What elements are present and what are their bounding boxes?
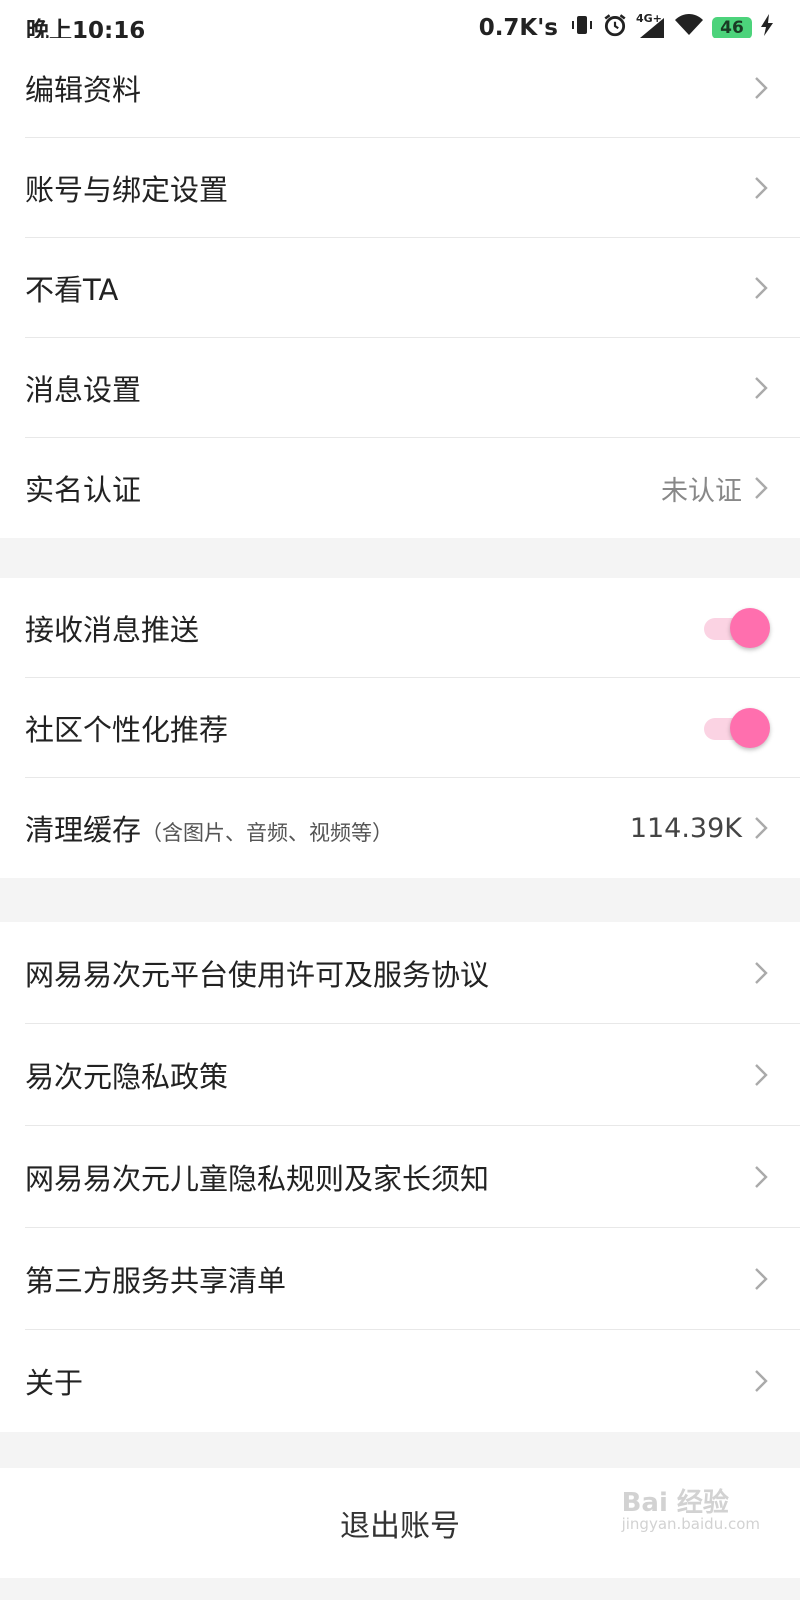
verification-status: 未认证 xyxy=(661,475,742,507)
network-type: 4G+ xyxy=(636,12,662,25)
chevron-right-icon xyxy=(755,377,768,399)
toggle-knob xyxy=(730,708,770,748)
watermark-url: jingyan.baidu.com xyxy=(621,1515,760,1534)
battery-icon: 46 xyxy=(712,17,752,39)
chevron-right-icon xyxy=(755,1268,768,1290)
cache-label: 清理缓存 xyxy=(25,813,142,847)
row-edit-profile[interactable]: 编辑资料 xyxy=(0,38,800,138)
row-label: 社区个性化推荐 xyxy=(25,713,229,747)
row-personalized-recommend: 社区个性化推荐 xyxy=(0,678,800,778)
row-real-name-verification[interactable]: 实名认证 未认证 xyxy=(0,438,800,538)
row-third-party-list[interactable]: 第三方服务共享清单 xyxy=(0,1228,800,1330)
chevron-right-icon xyxy=(755,77,768,99)
row-label: 关于 xyxy=(25,1366,84,1400)
personalized-toggle[interactable] xyxy=(704,708,770,748)
chevron-right-icon xyxy=(755,1370,768,1392)
row-message-settings[interactable]: 消息设置 xyxy=(0,338,800,438)
chevron-right-icon xyxy=(755,817,768,839)
row-push-notifications: 接收消息推送 xyxy=(0,578,800,678)
row-children-privacy[interactable]: 网易易次元儿童隐私规则及家长须知 xyxy=(0,1126,800,1228)
row-privacy-policy[interactable]: 易次元隐私政策 xyxy=(0,1024,800,1126)
row-clear-cache[interactable]: 清理缓存（含图片、音频、视频等） 114.39K xyxy=(0,778,800,878)
cache-note: （含图片、音频、视频等） xyxy=(141,821,394,845)
row-label: 接收消息推送 xyxy=(25,613,200,647)
chevron-right-icon xyxy=(755,1166,768,1188)
signal-icon: 4G+ xyxy=(636,12,666,40)
preferences-group: 接收消息推送 社区个性化推荐 清理缓存（含图片、音频、视频等） 114.39K xyxy=(0,578,800,878)
row-label: 消息设置 xyxy=(25,373,142,407)
row-label: 账号与绑定设置 xyxy=(25,173,229,207)
chevron-right-icon xyxy=(755,477,768,499)
cache-size: 114.39K xyxy=(629,812,742,844)
row-label: 易次元隐私政策 xyxy=(25,1060,229,1094)
watermark-text: Bai 经验 xyxy=(621,1488,729,1518)
legal-group: 网易易次元平台使用许可及服务协议 易次元隐私政策 网易易次元儿童隐私规则及家长须… xyxy=(0,922,800,1432)
row-label: 不看TA xyxy=(25,273,119,307)
toggle-knob xyxy=(730,608,770,648)
row-label: 实名认证 xyxy=(25,473,142,507)
row-service-agreement[interactable]: 网易易次元平台使用许可及服务协议 xyxy=(0,922,800,1024)
baidu-watermark: Bai 经验 jingyan.baidu.com xyxy=(621,1488,760,1534)
chevron-right-icon xyxy=(755,962,768,984)
row-label: 编辑资料 xyxy=(25,73,142,107)
chevron-right-icon xyxy=(755,277,768,299)
account-settings-group: 编辑资料 账号与绑定设置 不看TA 消息设置 实名认证 未认证 xyxy=(0,38,800,538)
row-label: 网易易次元儿童隐私规则及家长须知 xyxy=(25,1162,490,1196)
row-label: 第三方服务共享清单 xyxy=(25,1264,287,1298)
row-about[interactable]: 关于 xyxy=(0,1330,800,1432)
chevron-right-icon xyxy=(755,177,768,199)
row-account-binding[interactable]: 账号与绑定设置 xyxy=(0,138,800,238)
push-toggle[interactable] xyxy=(704,608,770,648)
row-block-user[interactable]: 不看TA xyxy=(0,238,800,338)
row-label: 网易易次元平台使用许可及服务协议 xyxy=(25,958,490,992)
chevron-right-icon xyxy=(755,1064,768,1086)
row-label: 清理缓存（含图片、音频、视频等） xyxy=(25,807,630,849)
